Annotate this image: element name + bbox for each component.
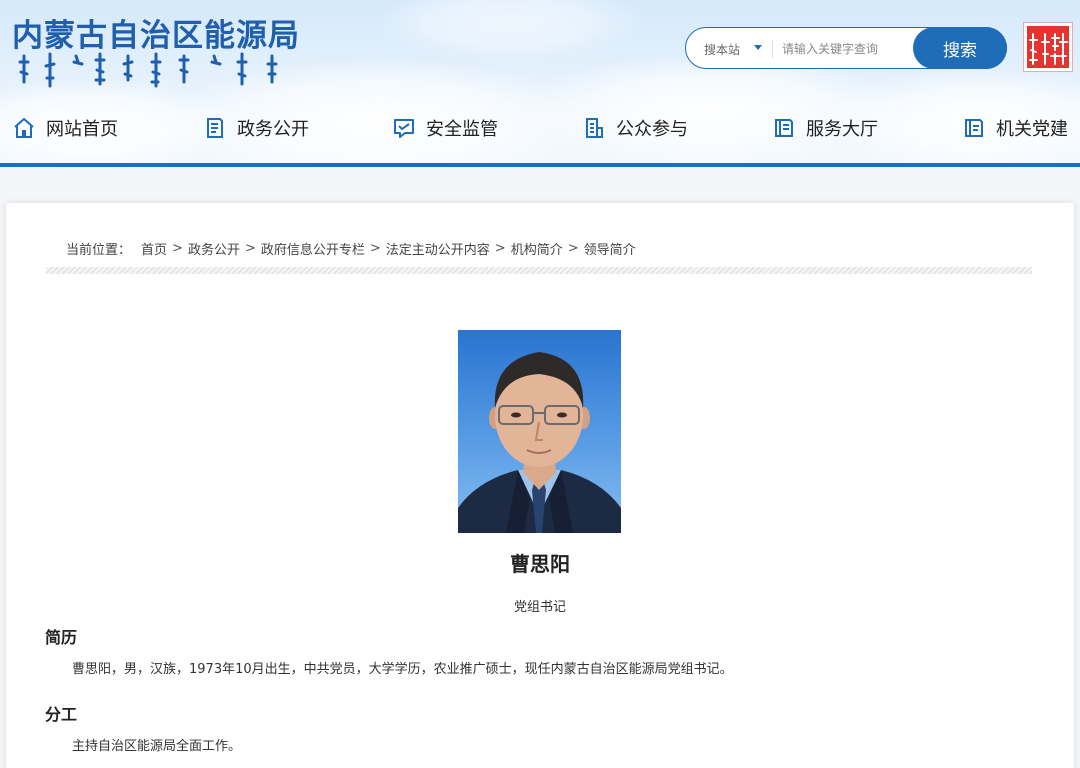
- nav-item-public[interactable]: 公众参与: [582, 108, 688, 148]
- document-chart-icon: [586, 118, 603, 138]
- breadcrumb-link-org-intro[interactable]: 机构简介: [511, 239, 563, 258]
- breadcrumb-separator: >: [244, 241, 256, 256]
- site-title[interactable]: 内蒙古自治区能源局: [12, 10, 300, 55]
- leader-portrait: [458, 330, 621, 533]
- seal-logo[interactable]: [1023, 22, 1073, 72]
- breadcrumb-label: 当前位置：: [66, 243, 132, 258]
- seal-icon: [1029, 33, 1068, 65]
- breadcrumb-link-gov-affairs[interactable]: 政务公开: [188, 239, 240, 258]
- nav-item-label: 网站首页: [46, 119, 118, 140]
- mongolian-script-logo: [18, 52, 278, 88]
- portrait-illustration: [458, 352, 621, 533]
- book-party-icon: [965, 119, 983, 137]
- leader-position: 党组书记: [513, 600, 566, 615]
- breadcrumb-separator: >: [567, 241, 579, 256]
- header-divider: [0, 163, 1080, 167]
- chat-monitor-icon: [394, 119, 414, 138]
- duty-text: 主持自治区能源局全面工作。: [72, 739, 242, 754]
- chevron-down-icon[interactable]: [754, 45, 762, 50]
- resume-heading: 简历: [45, 628, 78, 647]
- breadcrumb-separator: >: [172, 241, 183, 256]
- breadcrumb-link-legal-content[interactable]: 法定主动公开内容: [386, 239, 490, 258]
- search-button[interactable]: 搜索: [913, 27, 1007, 69]
- nav-item-label: 服务大厅: [806, 119, 878, 140]
- search-bar: 搜本站 搜索: [685, 27, 1007, 69]
- nav-item-gov-affairs[interactable]: 政务公开: [203, 108, 309, 148]
- breadcrumb-separator: >: [494, 241, 506, 256]
- search-scope-select[interactable]: 搜本站: [704, 41, 740, 58]
- nav-item-label: 安全监管: [426, 119, 498, 140]
- content-card: 当前位置： 首页 > 政务公开 > 政府信息公开专栏 > 法定主动公开内容 > …: [6, 203, 1074, 768]
- resume-text: 曹思阳，男，汉族，1973年10月出生，中共党员，大学学历，农业推广硕士，现任内…: [72, 662, 733, 677]
- hatched-divider: [46, 267, 1032, 274]
- main-nav: 网站首页 政务公开 安全监管 公众参与 服务大厅 机关党建: [0, 108, 1080, 148]
- duty-heading: 分工: [45, 705, 78, 724]
- breadcrumb-separator: >: [369, 241, 381, 256]
- nav-item-label: 机关党建: [996, 119, 1068, 140]
- site-header: 内蒙古自治区能源局 搜本站 搜索: [0, 0, 1080, 167]
- home-icon: [14, 118, 34, 138]
- book-service-icon: [775, 119, 793, 137]
- nav-item-party[interactable]: 机关党建: [962, 108, 1068, 148]
- search-divider: [772, 40, 773, 58]
- breadcrumb-link-info-column[interactable]: 政府信息公开专栏: [261, 239, 365, 258]
- breadcrumb-link-leader-intro[interactable]: 领导简介: [584, 239, 636, 258]
- breadcrumb: 当前位置： 首页 > 政务公开 > 政府信息公开专栏 > 法定主动公开内容 > …: [66, 239, 636, 258]
- nav-item-safety[interactable]: 安全监管: [392, 108, 498, 148]
- search-input[interactable]: [782, 37, 906, 61]
- breadcrumb-link-home[interactable]: 首页: [141, 239, 167, 258]
- nav-item-label: 公众参与: [616, 119, 688, 140]
- leader-name: 曹思阳: [510, 552, 570, 576]
- document-list-icon: [207, 118, 223, 138]
- nav-item-label: 政务公开: [237, 119, 309, 140]
- nav-item-home[interactable]: 网站首页: [12, 108, 118, 148]
- nav-item-service[interactable]: 服务大厅: [772, 108, 878, 148]
- seal-logo-mark: [1027, 26, 1069, 68]
